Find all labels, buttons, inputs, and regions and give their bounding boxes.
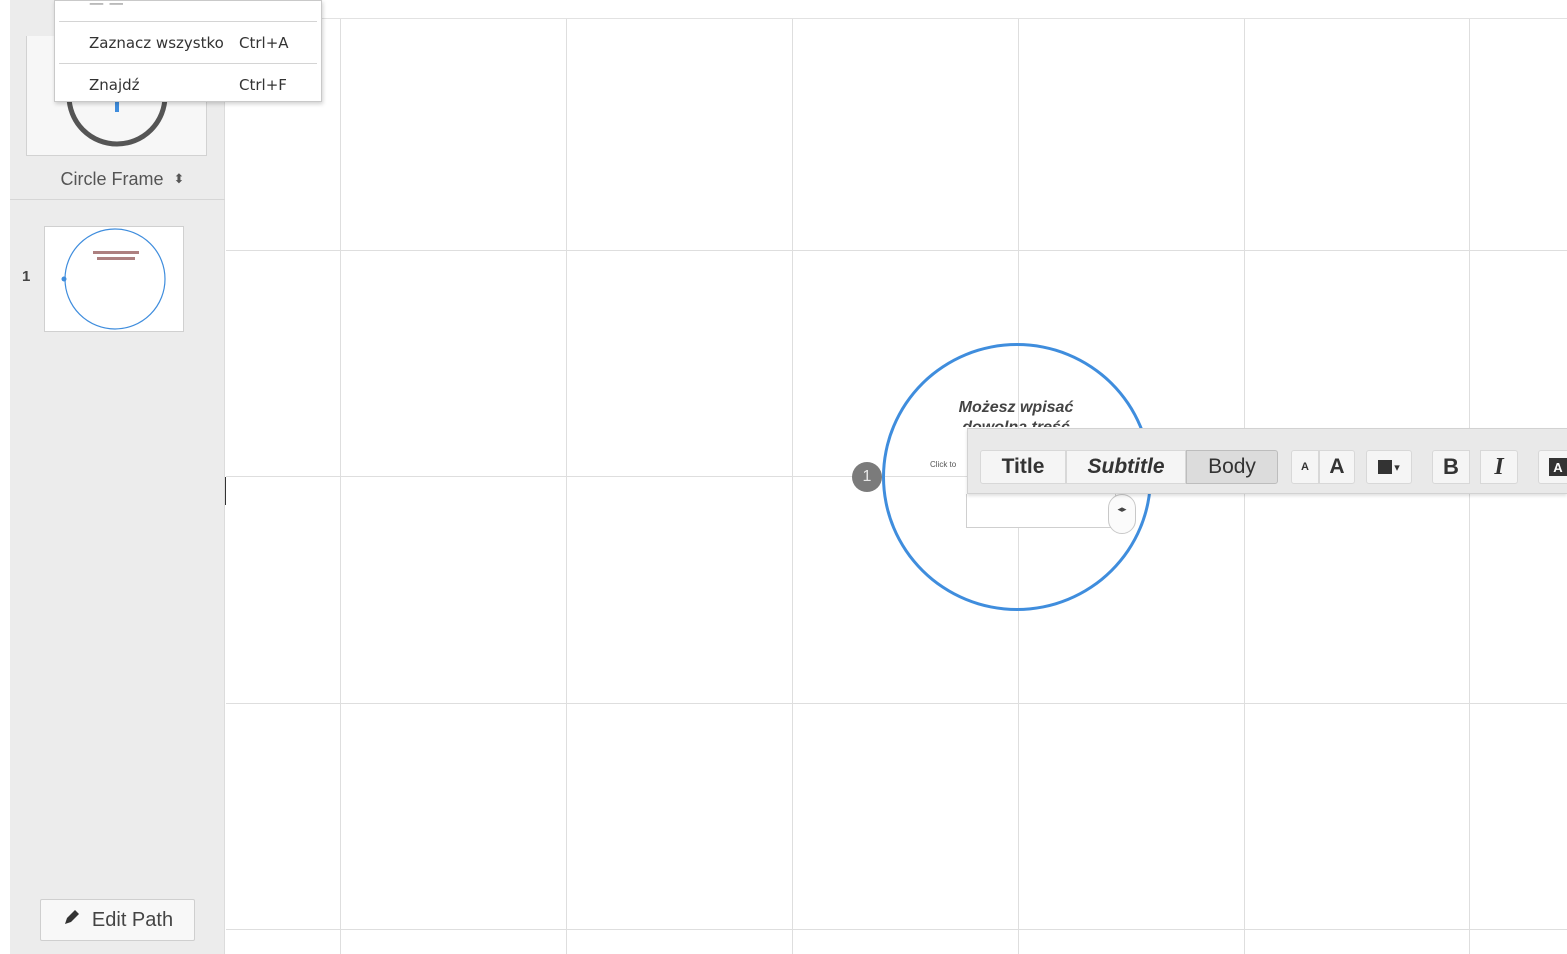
- frames-sidebar: Circle Frame ⬍ 1 Edit Path: [10, 0, 225, 954]
- decrease-font-size-button[interactable]: A: [1291, 450, 1319, 484]
- menu-item-cut-off: — —: [89, 0, 129, 7]
- menu-item-shortcut: Ctrl+A: [239, 34, 289, 52]
- menu-separator: [59, 21, 317, 22]
- menu-item-find[interactable]: Znajdź Ctrl+F: [55, 68, 321, 102]
- menu-item-shortcut: Ctrl+F: [239, 76, 287, 94]
- grid-line: [566, 19, 567, 954]
- prezi-editor: Circle Frame ⬍ 1 Edit Path ǁ: [0, 0, 1567, 954]
- menu-item-select-all[interactable]: Zaznacz wszystko Ctrl+A: [55, 26, 321, 60]
- pencil-icon: [62, 907, 82, 933]
- edit-context-menu: — — Zaznacz wszystko Ctrl+A Znajdź Ctrl+…: [54, 0, 322, 102]
- path-point-badge[interactable]: 1: [852, 462, 882, 492]
- menu-item-label: Zaznacz wszystko: [89, 34, 224, 52]
- text-color-button[interactable]: ▾: [1366, 450, 1412, 484]
- edit-path-button[interactable]: Edit Path: [40, 899, 195, 941]
- frame-title-text[interactable]: Możesz wpisać: [920, 398, 1112, 418]
- grid-line: [226, 929, 1567, 930]
- increase-font-size-button[interactable]: A: [1319, 450, 1355, 484]
- grid-line: [792, 19, 793, 954]
- italic-button[interactable]: I: [1480, 450, 1518, 484]
- style-title-button[interactable]: Title: [980, 450, 1066, 484]
- style-body-button[interactable]: Body: [1186, 450, 1278, 484]
- frame-type-selector[interactable]: Circle Frame ⬍: [20, 164, 225, 194]
- frame-click-hint: Click to: [930, 460, 957, 469]
- text-format-toolbar: Title Subtitle Body A A ▾ B I A: [967, 428, 1567, 494]
- menu-item-label: Znajdź: [89, 76, 140, 94]
- color-swatch-icon: [1378, 460, 1393, 474]
- updown-arrow-icon: ⬍: [173, 171, 185, 186]
- text-edit-box[interactable]: [966, 494, 1116, 528]
- grid-line: [226, 250, 1567, 251]
- edit-path-label: Edit Path: [91, 908, 174, 931]
- slide-thumbnail[interactable]: [44, 226, 184, 332]
- style-subtitle-button[interactable]: Subtitle: [1066, 450, 1186, 484]
- grid-line: [340, 19, 341, 954]
- text-highlight-button[interactable]: A: [1538, 450, 1567, 484]
- slide-number: 1: [22, 268, 31, 285]
- chevron-down-icon: ▾: [1394, 461, 1400, 474]
- text-width-handle[interactable]: ◂▸: [1108, 494, 1136, 534]
- highlight-icon: A: [1549, 458, 1567, 476]
- sidebar-divider: [10, 199, 225, 200]
- frame-title-text-line2[interactable]: dowolną treść: [920, 418, 1112, 427]
- resize-arrows-icon: ◂▸: [1117, 505, 1127, 515]
- slide-thumbnail-preview: [61, 228, 166, 330]
- bold-button[interactable]: B: [1432, 450, 1470, 484]
- window-left-edge: [0, 0, 10, 954]
- menu-separator: [59, 63, 317, 64]
- frame-type-label: Circle Frame: [60, 168, 164, 189]
- grid-line: [226, 703, 1567, 704]
